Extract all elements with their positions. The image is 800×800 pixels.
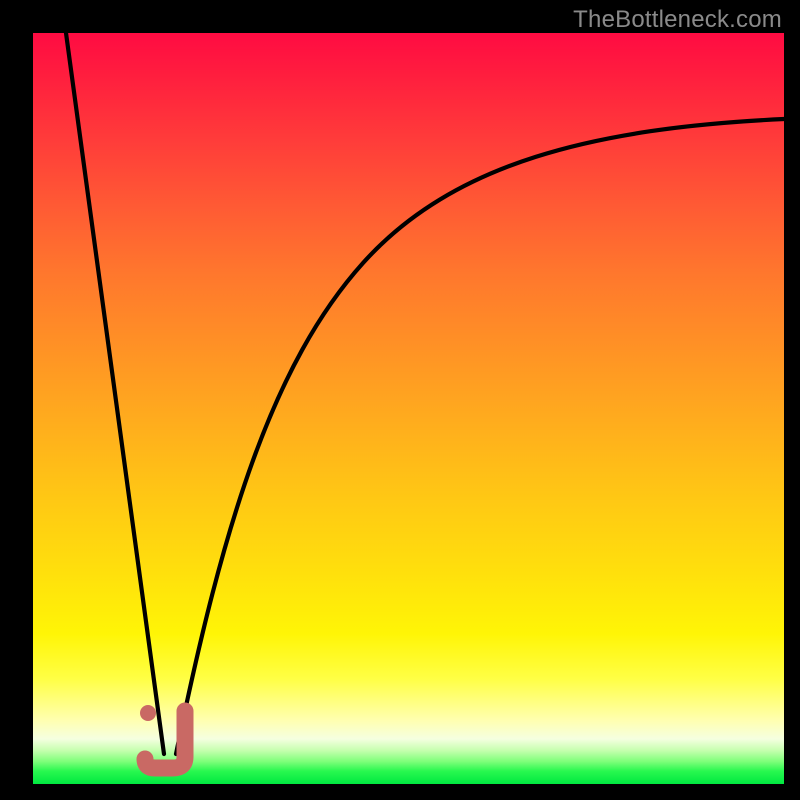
valley-marker bbox=[33, 33, 784, 784]
chart-frame: TheBottleneck.com bbox=[0, 0, 800, 800]
attribution-text: TheBottleneck.com bbox=[573, 6, 782, 34]
